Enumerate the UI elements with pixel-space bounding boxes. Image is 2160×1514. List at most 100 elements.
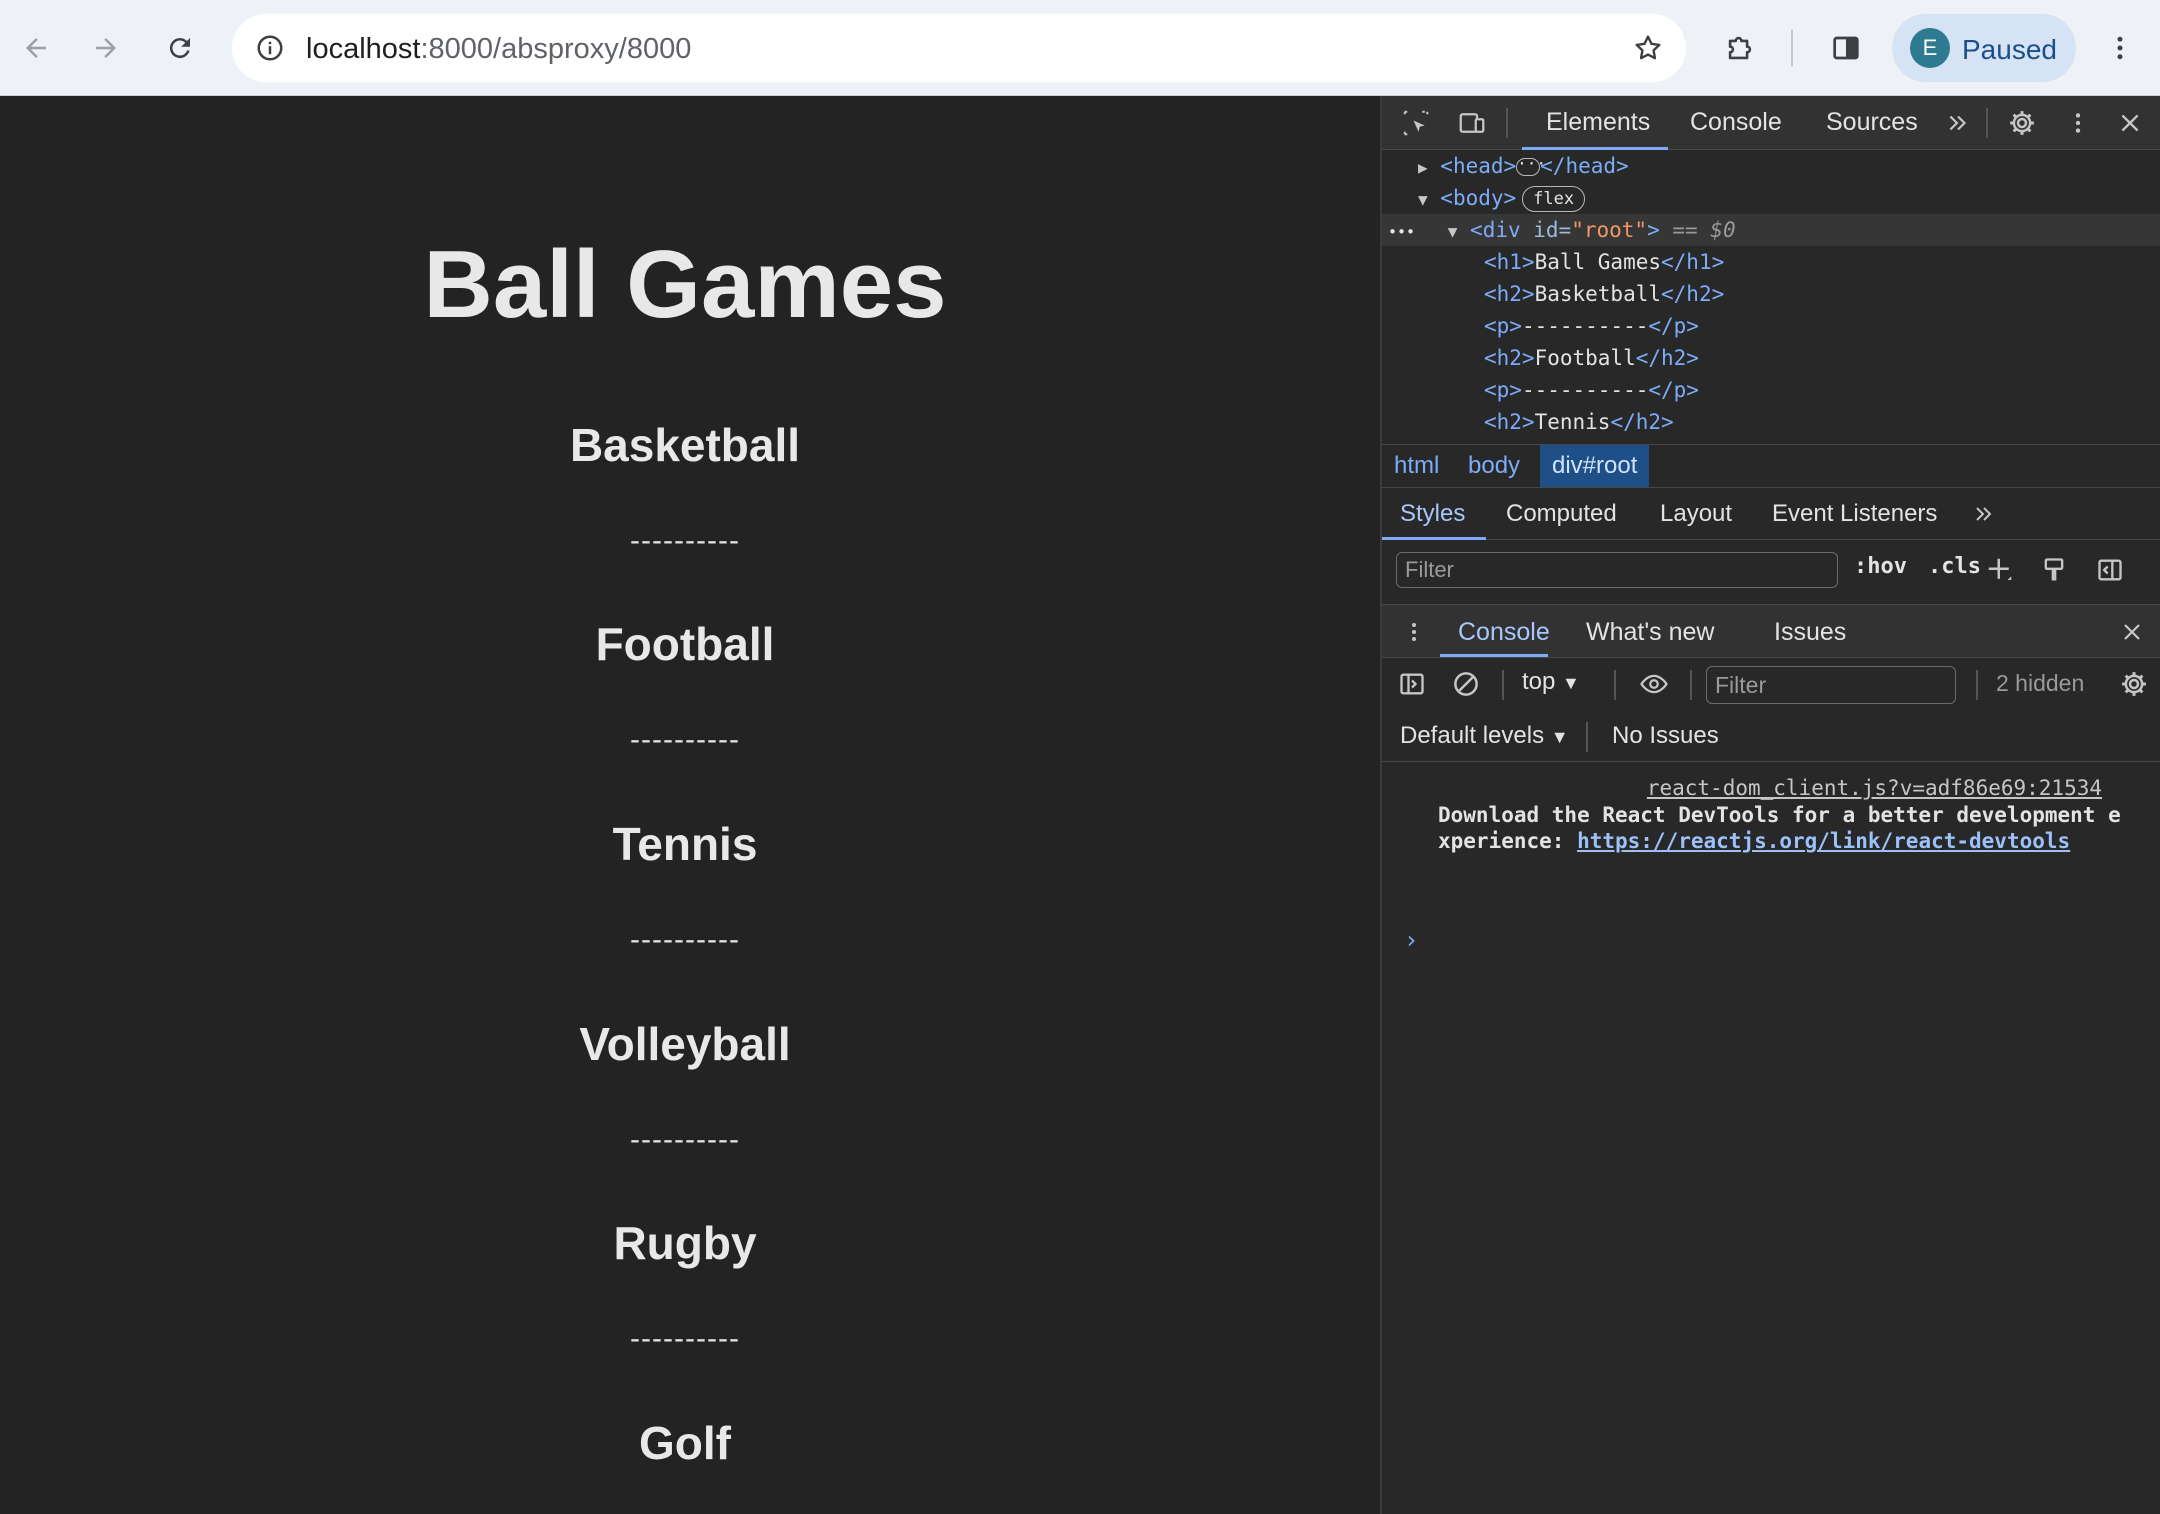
default-levels-dropdown[interactable]: Default levels ▼ xyxy=(1400,722,1569,750)
section-divider: ---------- xyxy=(630,524,740,557)
avatar: E xyxy=(1910,28,1950,68)
settings-gear-icon[interactable] xyxy=(2000,101,2044,145)
console-message: react-dom_client.js?v=adf86e69:21534 Dow… xyxy=(1382,762,2160,912)
hov-toggle[interactable]: :hov xyxy=(1854,554,1907,579)
bookmark-star-icon[interactable] xyxy=(1624,24,1672,72)
flex-badge[interactable]: flex xyxy=(1522,186,1586,212)
breadcrumb-html[interactable]: html xyxy=(1382,445,1451,487)
close-drawer-icon[interactable] xyxy=(2110,610,2154,654)
tab-layout[interactable]: Layout xyxy=(1660,500,1732,528)
breadcrumb-body[interactable]: body xyxy=(1456,445,1532,487)
more-tabs-icon[interactable] xyxy=(1962,492,2006,536)
toolbar-divider xyxy=(1586,722,1588,752)
tree-node-h2[interactable]: <h2>Football</h2> xyxy=(1382,342,2160,374)
context-select[interactable]: top ▼ xyxy=(1522,668,1580,696)
tab-computed[interactable]: Computed xyxy=(1506,500,1617,528)
paint-brush-icon[interactable] xyxy=(2032,548,2076,592)
console-filter-input[interactable]: Filter xyxy=(1706,666,1956,704)
selected-marker: == $0 xyxy=(1672,218,1736,242)
url-text[interactable]: localhost:8000/absproxy/8000 xyxy=(306,33,691,66)
page-title: Ball Games xyxy=(423,231,947,338)
section-heading: Golf xyxy=(639,1417,731,1469)
toggle-sidebar-icon[interactable] xyxy=(2088,548,2132,592)
section-divider: ---------- xyxy=(630,723,740,756)
tab-styles[interactable]: Styles xyxy=(1400,500,1465,528)
device-toolbar-icon[interactable] xyxy=(1450,101,1494,145)
message-text: Download the React DevTools for a better… xyxy=(1438,803,2121,853)
reload-icon[interactable] xyxy=(156,24,204,72)
issues-status[interactable]: No Issues xyxy=(1612,722,1719,750)
section-divider: ---------- xyxy=(630,923,740,956)
console-levels-row: Default levels ▼ No Issues xyxy=(1382,710,2160,762)
more-menu-icon[interactable] xyxy=(2096,24,2144,72)
collapse-triangle-icon[interactable]: ▼ xyxy=(1418,190,1428,209)
clear-console-icon[interactable] xyxy=(1444,662,1488,706)
drawer-tab-console[interactable]: Console xyxy=(1458,618,1550,647)
node-actions-ellipsis[interactable]: ••• xyxy=(1388,223,1415,241)
tab-event-listeners[interactable]: Event Listeners xyxy=(1772,500,1937,528)
forward-icon[interactable] xyxy=(82,24,130,72)
console-settings-gear-icon[interactable] xyxy=(2112,662,2156,706)
elements-tree: ▶ <head>···</head> ▼ <body> flex ••• ▼ <d… xyxy=(1382,150,2160,444)
close-devtools-icon[interactable] xyxy=(2108,101,2152,145)
breadcrumb-div-root[interactable]: div#root xyxy=(1540,445,1650,487)
expand-triangle-icon[interactable]: ▶ xyxy=(1418,158,1428,177)
collapsed-ellipsis[interactable]: ··· xyxy=(1516,156,1546,176)
tree-node-h2[interactable]: <h2>Basketball</h2> xyxy=(1382,278,2160,310)
site-info-icon[interactable] xyxy=(246,24,294,72)
hidden-messages-count: 2 hidden xyxy=(1996,670,2085,696)
live-expression-eye-icon[interactable] xyxy=(1632,662,1676,706)
toolbar-divider xyxy=(1791,30,1793,66)
tree-node-head[interactable]: ▶ <head>···</head> xyxy=(1382,150,2160,182)
side-panel-icon[interactable] xyxy=(1822,24,1870,72)
react-devtools-link[interactable]: https://reactjs.org/link/react-devtools xyxy=(1577,829,2070,853)
console-sidebar-icon[interactable] xyxy=(1390,662,1434,706)
address-bar[interactable]: localhost:8000/absproxy/8000 xyxy=(232,14,1686,82)
tab-sources[interactable]: Sources xyxy=(1826,108,1918,137)
devtools-toolbar: Elements Console Sources xyxy=(1382,96,2160,150)
profile-status: Paused xyxy=(1962,34,2057,65)
dropdown-arrow-icon: ▼ xyxy=(1562,673,1580,693)
drawer-tabbar: Console What's new Issues xyxy=(1382,604,2160,658)
cls-toggle[interactable]: .cls xyxy=(1928,554,1981,579)
drawer-menu-icon[interactable] xyxy=(1392,610,1436,654)
tree-node-p[interactable]: <p>----------</p> xyxy=(1382,310,2160,342)
console-prompt[interactable]: › xyxy=(1404,926,1418,954)
tree-node-root-selected[interactable]: ••• ▼ <div id="root"> == $0 xyxy=(1382,214,2160,246)
tree-node-p[interactable]: <p>----------</p> xyxy=(1382,374,2160,406)
breadcrumb: html body div#root xyxy=(1382,444,2160,488)
page-viewport: Ball Games Basketball ---------- Footbal… xyxy=(0,96,1380,1514)
tab-elements[interactable]: Elements xyxy=(1546,108,1650,137)
tree-node-h2[interactable]: <h2>Tennis</h2> xyxy=(1382,406,2160,438)
drawer-tab-whats-new[interactable]: What's new xyxy=(1586,618,1714,647)
toolbar-divider xyxy=(1502,670,1504,700)
more-tabs-icon[interactable] xyxy=(1936,101,1980,145)
tab-console[interactable]: Console xyxy=(1690,108,1782,137)
styles-filter-input[interactable]: Filter xyxy=(1396,552,1838,588)
section-heading: Rugby xyxy=(613,1217,757,1269)
extensions-puzzle-icon[interactable] xyxy=(1716,24,1764,72)
drawer-tab-issues[interactable]: Issues xyxy=(1774,618,1846,647)
section-heading: Basketball xyxy=(569,419,801,471)
devtools-panel: Elements Console Sources ▶ <head>···</he… xyxy=(1380,96,2160,1514)
profile-button[interactable]: E Paused xyxy=(1892,14,2076,82)
styles-tabbar: Styles Computed Layout Event Listeners xyxy=(1382,488,2160,540)
section-divider: ---------- xyxy=(630,1123,740,1156)
collapse-triangle-icon[interactable]: ▼ xyxy=(1448,222,1458,241)
tree-node-body[interactable]: ▼ <body> flex xyxy=(1382,182,2160,214)
customize-menu-icon[interactable] xyxy=(2056,101,2100,145)
section-heading: Volleyball xyxy=(579,1018,791,1070)
dropdown-arrow-icon: ▼ xyxy=(1550,727,1569,747)
styles-filter-row: Filter :hov .cls xyxy=(1382,540,2160,598)
toolbar-divider xyxy=(1976,670,1978,700)
tree-node-h1[interactable]: <h1>Ball Games</h1> xyxy=(1382,246,2160,278)
message-source-link[interactable]: react-dom_client.js?v=adf86e69:21534 xyxy=(1647,776,2102,800)
back-icon[interactable] xyxy=(12,24,60,72)
new-style-rule-icon[interactable] xyxy=(1978,548,2022,592)
section-heading: Tennis xyxy=(612,818,758,870)
inspect-element-icon[interactable] xyxy=(1394,101,1438,145)
console-toolbar: top ▼ Filter 2 hidden xyxy=(1382,658,2160,710)
browser-toolbar: localhost:8000/absproxy/8000 E Paused xyxy=(0,0,2160,96)
toolbar-divider xyxy=(1986,108,1988,138)
toolbar-divider xyxy=(1614,670,1616,700)
